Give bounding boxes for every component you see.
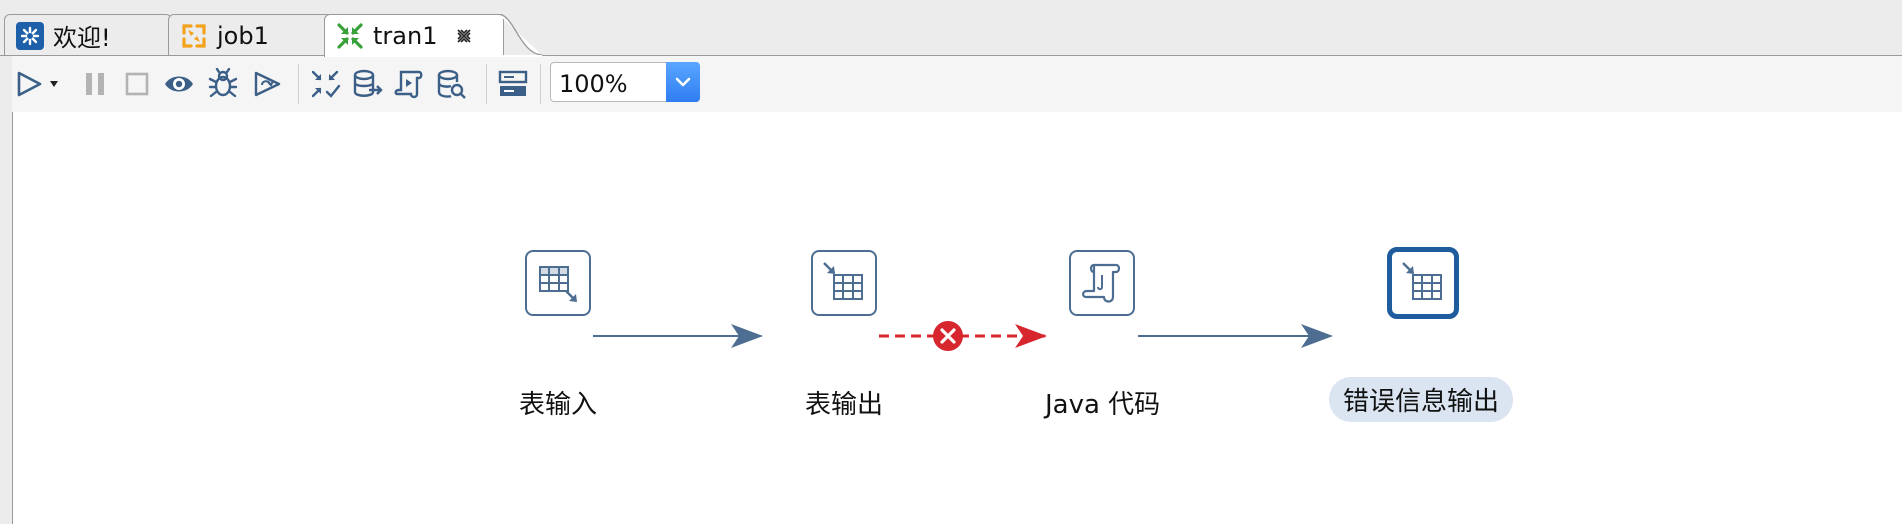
- zoom-dropdown-button[interactable]: [666, 62, 700, 102]
- step-error-output[interactable]: [1387, 247, 1459, 319]
- step-label-error-output: 错误信息输出: [1329, 377, 1514, 422]
- toolbar: [0, 56, 1902, 113]
- run-button[interactable]: [12, 68, 46, 100]
- pause-icon: [86, 73, 104, 95]
- run-icon: [17, 71, 42, 97]
- step-table-input[interactable]: [525, 250, 591, 316]
- tab-job1[interactable]: job1: [168, 14, 336, 56]
- welcome-icon: [16, 21, 44, 50]
- transformation-canvas[interactable]: 表输入 表输出 Java 代码 错误信息输出: [12, 112, 1902, 524]
- table-output-icon: [1402, 262, 1442, 300]
- step-label-java-code: Java 代码: [1045, 390, 1161, 420]
- hop-error-table-output-to-java-code[interactable]: [879, 321, 1047, 351]
- tab-welcome[interactable]: 欢迎!: [4, 14, 172, 56]
- toolbar-separator: [298, 64, 299, 104]
- replay-button[interactable]: [250, 68, 284, 100]
- stop-icon: [125, 72, 149, 96]
- sql-icon: [394, 70, 423, 99]
- impact-icon: [353, 69, 383, 97]
- tab-label: job1: [217, 21, 269, 50]
- close-icon[interactable]: [455, 27, 473, 45]
- toolbar-separator: [540, 64, 541, 104]
- show-results-icon: [498, 70, 528, 96]
- explore-db-icon: [437, 69, 466, 99]
- tab-label: tran1: [373, 22, 438, 50]
- step-java-code[interactable]: [1069, 250, 1135, 316]
- debug-icon: [208, 68, 238, 98]
- step-label-table-input: 表输入: [519, 390, 598, 420]
- step-label-table-output: 表输出: [805, 390, 884, 420]
- impact-button[interactable]: [350, 68, 384, 100]
- tab-bar: 欢迎! job1 tran1: [0, 0, 1902, 57]
- sql-button[interactable]: [392, 68, 426, 100]
- explore-db-button[interactable]: [434, 68, 468, 100]
- table-output-icon: [823, 262, 863, 300]
- step-table-output[interactable]: [811, 250, 877, 316]
- stop-button[interactable]: [120, 68, 154, 100]
- tab-label: 欢迎!: [53, 24, 111, 52]
- hop-java-code-to-error-output[interactable]: [1138, 324, 1333, 348]
- run-options-button[interactable]: [46, 68, 62, 100]
- table-input-icon: [539, 266, 577, 302]
- transformation-icon: [337, 23, 363, 49]
- preview-button[interactable]: [162, 68, 196, 100]
- debug-button[interactable]: [206, 68, 240, 100]
- tab-tran1[interactable]: tran1: [324, 14, 504, 57]
- zoom-select[interactable]: 100%: [550, 62, 700, 102]
- chevron-down-icon: [50, 81, 58, 87]
- job-icon: [182, 23, 206, 48]
- verify-icon: [311, 70, 341, 98]
- preview-icon: [165, 76, 193, 92]
- hop-table-input-to-table-output[interactable]: [593, 324, 763, 348]
- replay-icon: [254, 71, 281, 97]
- tab-curve: [498, 14, 542, 57]
- pause-button[interactable]: [78, 68, 112, 100]
- hops-layer: [593, 321, 1333, 351]
- verify-button[interactable]: [308, 68, 342, 100]
- toolbar-separator: [486, 64, 487, 104]
- java-code-icon: [1082, 263, 1121, 303]
- zoom-value: 100%: [559, 70, 628, 98]
- show-results-button[interactable]: [496, 68, 530, 100]
- chevron-down-icon: [675, 77, 691, 87]
- left-gutter: [0, 56, 12, 524]
